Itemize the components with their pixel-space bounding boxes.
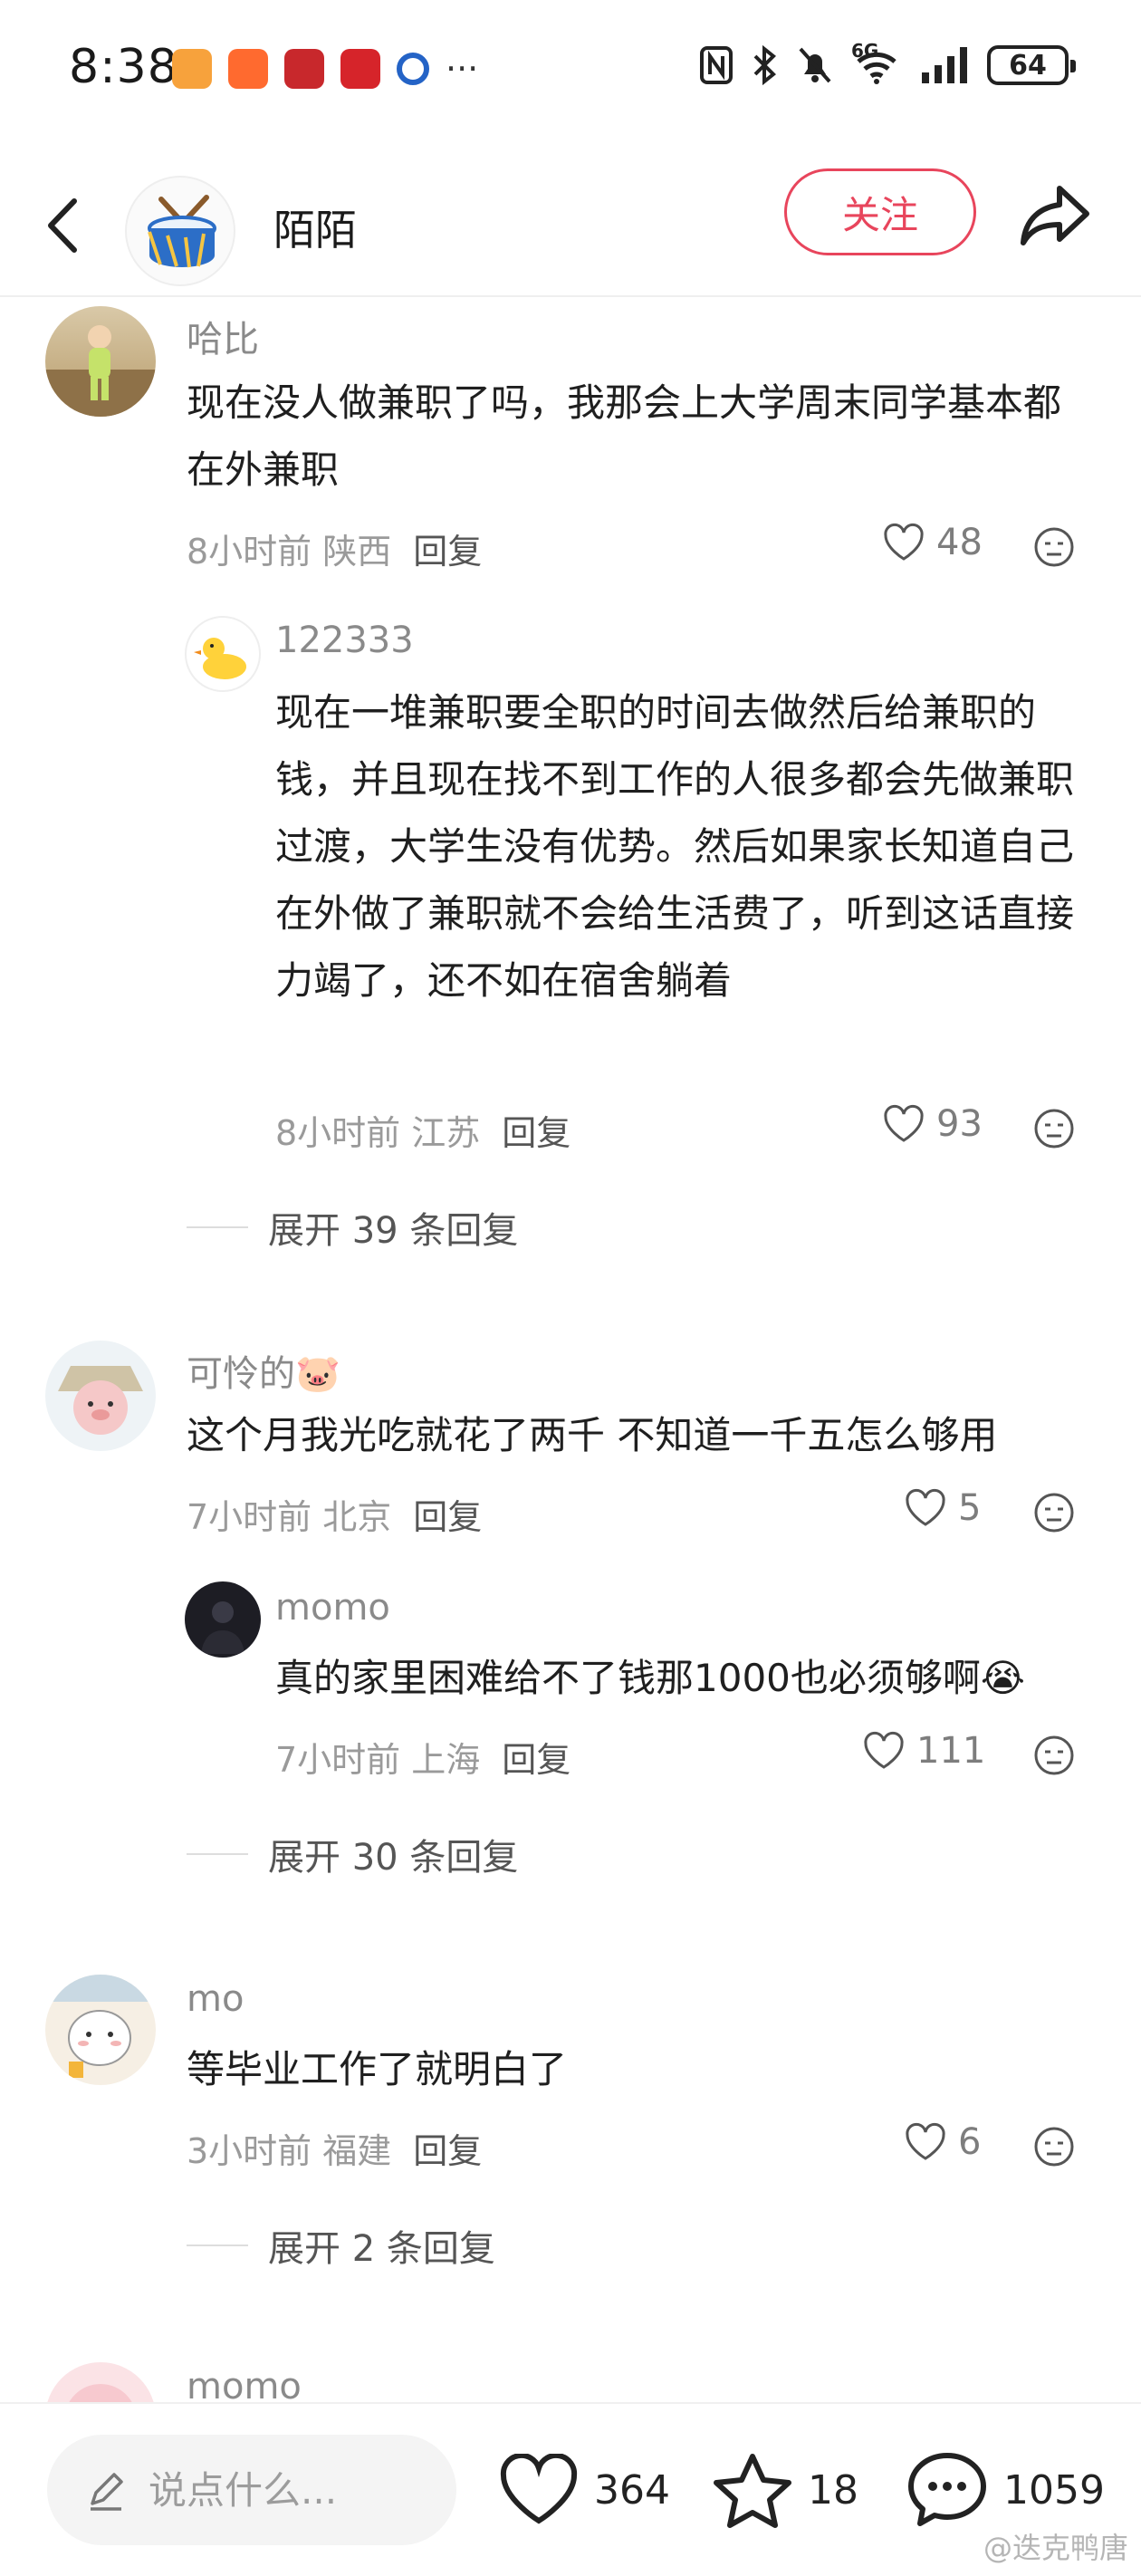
taobao-icon xyxy=(228,49,268,89)
reply-meta: 8小时前 江苏 回复 xyxy=(275,1105,570,1155)
heart-icon xyxy=(884,1104,924,1142)
reply-username[interactable]: 122333 xyxy=(275,620,414,661)
avatar[interactable] xyxy=(185,616,261,692)
favorite-count: 18 xyxy=(808,2466,858,2514)
reply-button[interactable]: 回复 xyxy=(502,1113,570,1153)
dislike-face-icon[interactable] xyxy=(1032,1734,1076,1777)
expand-replies-label: 展开 39 条回复 xyxy=(268,1210,519,1252)
bottom-action-bar: 364 18 1059 @迭克鸭唐 xyxy=(0,2402,1141,2576)
signal-icon xyxy=(922,47,967,83)
heart-icon xyxy=(864,1731,904,1769)
nfc-icon xyxy=(700,46,733,84)
comment-time-location: 3小时前 福建 xyxy=(187,2131,392,2171)
status-bar: 8:38 ··· 6G 64 xyxy=(0,0,1141,136)
reply-button[interactable]: 回复 xyxy=(413,1497,482,1537)
bluetooth-icon xyxy=(753,45,776,85)
status-time: 8:38 xyxy=(69,40,178,94)
more-notifications-icon: ··· xyxy=(446,49,479,89)
reply-text: 现在一堆兼职要全职的时间去做然后给兼职的钱，并且现在找不到工作的人很多都会先做兼… xyxy=(275,690,1075,1003)
author-avatar[interactable] xyxy=(125,176,235,286)
reply-button[interactable]: 回复 xyxy=(413,2131,482,2171)
comment-meta: 3小时前 福建 回复 xyxy=(187,2123,482,2173)
system-icons: 6G 64 xyxy=(699,40,1076,85)
app-notification-icon xyxy=(172,49,212,89)
dislike-face-icon[interactable] xyxy=(1032,1491,1076,1534)
notification-icons: ··· xyxy=(172,49,478,89)
like-count: 111 xyxy=(916,1730,986,1772)
follow-button[interactable]: 关注 xyxy=(784,168,976,255)
app-notification-icon xyxy=(284,49,324,89)
comment-time-location: 8小时前 陕西 xyxy=(187,532,392,572)
heart-icon xyxy=(906,1488,945,1526)
like-count: 5 xyxy=(958,1487,982,1529)
post-like-count: 364 xyxy=(594,2466,670,2514)
like-count: 6 xyxy=(958,2121,982,2163)
comment-username[interactable]: mo xyxy=(187,1978,244,2020)
share-icon[interactable] xyxy=(1014,174,1096,255)
pencil-icon xyxy=(91,2473,123,2511)
comment-input[interactable] xyxy=(149,2467,420,2513)
expand-replies-button[interactable]: 展开 30 条回复 xyxy=(187,1828,518,1880)
expand-replies-button[interactable]: 展开 39 条回复 xyxy=(187,1201,518,1254)
comment-input-box[interactable] xyxy=(47,2435,456,2545)
reply-username[interactable]: momo xyxy=(275,1587,390,1629)
network-type: 6G xyxy=(851,40,879,62)
heart-icon xyxy=(500,2454,578,2524)
expand-replies-button[interactable]: 展开 2 条回复 xyxy=(187,2219,495,2272)
comment-username[interactable]: 哈比 xyxy=(187,310,259,362)
comment-text: 这个月我光吃就花了两千 不知道一千五怎么够用 xyxy=(187,1413,998,1457)
author-name[interactable]: 陌陌 xyxy=(273,181,357,279)
expand-replies-label: 展开 2 条回复 xyxy=(268,2228,495,2270)
comment-text: 等毕业工作了就明白了 xyxy=(187,2047,568,2091)
avatar[interactable] xyxy=(185,1581,261,1658)
reply-time-location: 7小时前 上海 xyxy=(275,1740,481,1780)
avatar[interactable] xyxy=(45,1975,156,2085)
heart-icon xyxy=(906,2122,945,2160)
dislike-face-icon[interactable] xyxy=(1032,525,1076,569)
favorite-button[interactable]: 18 xyxy=(712,2440,858,2540)
comment-username[interactable]: 可怜的🐷 xyxy=(187,1344,340,1397)
dislike-face-icon[interactable] xyxy=(1032,2125,1076,2168)
reply-text: 真的家里困难给不了钱那1000也必须够啊😭 xyxy=(275,1656,1025,1700)
drum-icon xyxy=(148,195,216,268)
comment-count: 1059 xyxy=(1003,2466,1105,2514)
divider-dash xyxy=(187,1853,248,1855)
reply-button[interactable]: 回复 xyxy=(502,1740,570,1780)
reply-time-location: 8小时前 江苏 xyxy=(275,1113,481,1153)
comment-meta: 8小时前 陕西 回复 xyxy=(187,524,482,573)
avatar[interactable] xyxy=(45,306,156,417)
post-header: 陌陌 关注 xyxy=(0,154,1141,299)
like-button[interactable]: 93 xyxy=(882,1103,983,1145)
avatar[interactable] xyxy=(45,1341,156,1451)
dislike-face-icon[interactable] xyxy=(1032,1107,1076,1150)
reply-meta: 7小时前 上海 回复 xyxy=(275,1732,570,1782)
wifi-icon: 6G xyxy=(851,40,902,85)
comment-meta: 7小时前 北京 回复 xyxy=(187,1489,482,1539)
duck-icon xyxy=(194,638,246,679)
star-icon xyxy=(714,2454,791,2528)
expand-replies-label: 展开 30 条回复 xyxy=(268,1837,519,1879)
mute-icon xyxy=(799,47,831,83)
like-button[interactable]: 48 xyxy=(882,522,983,563)
post-like-button[interactable]: 364 xyxy=(498,2440,670,2540)
divider-dash xyxy=(187,2244,248,2246)
like-button[interactable]: 5 xyxy=(904,1487,981,1529)
battery-indicator: 64 xyxy=(987,45,1076,85)
app-notification-icon xyxy=(340,49,380,89)
like-button[interactable]: 6 xyxy=(904,2121,981,2163)
heart-icon xyxy=(884,523,924,561)
reply-button[interactable]: 回复 xyxy=(413,532,482,572)
divider-dash xyxy=(187,1226,248,1228)
like-button[interactable]: 111 xyxy=(862,1730,985,1772)
bank-app-icon xyxy=(397,53,429,85)
back-arrow-icon[interactable] xyxy=(36,185,91,266)
comment-time-location: 7小时前 北京 xyxy=(187,1497,392,1537)
comment-text: 现在没人做兼职了吗，我那会上大学周末同学基本都在外兼职 xyxy=(187,380,1062,492)
like-count: 93 xyxy=(936,1103,983,1145)
header-divider xyxy=(0,295,1141,297)
like-count: 48 xyxy=(936,522,983,563)
watermark: @迭克鸭唐 xyxy=(983,2531,1128,2565)
chat-bubble-icon xyxy=(908,2453,986,2526)
